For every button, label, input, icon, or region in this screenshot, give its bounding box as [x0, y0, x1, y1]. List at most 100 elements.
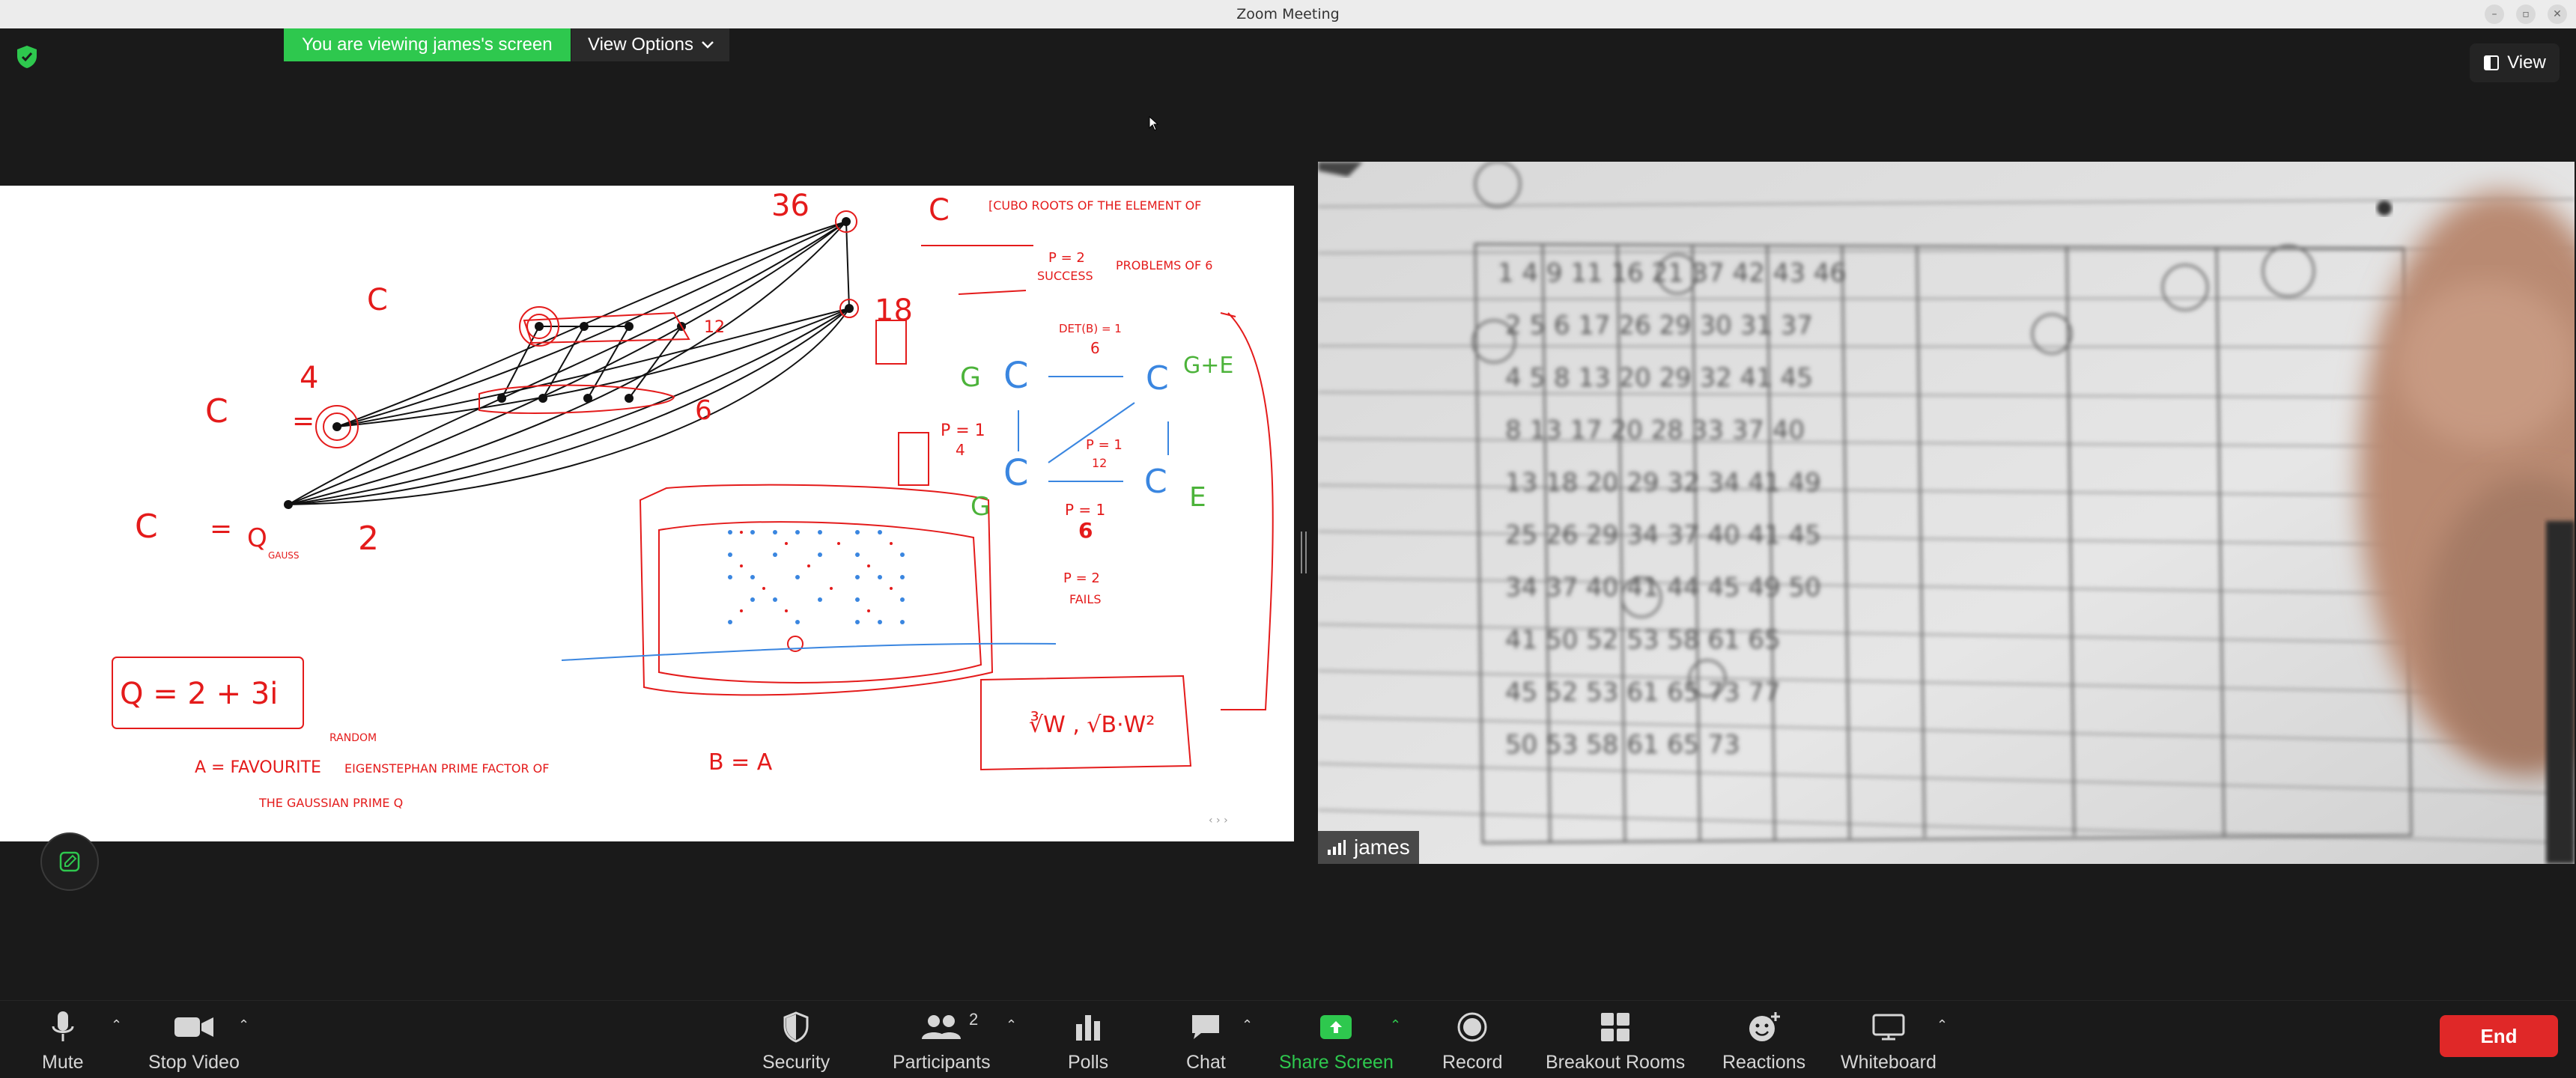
label-6: 6: [695, 395, 712, 426]
video-camera-icon: [174, 1017, 213, 1037]
c12-equals: =: [292, 406, 315, 436]
gauss-subscript: GAUSS: [268, 550, 300, 561]
record-button[interactable]: Record: [1442, 1008, 1503, 1074]
chat-bubble-icon: [1192, 1015, 1220, 1039]
layout-icon: [2484, 55, 2500, 70]
participant-name-tag: james: [1318, 831, 1419, 864]
whiteboard-caret-icon[interactable]: ⌃: [1936, 1017, 1948, 1033]
p1-4: P = 1: [941, 421, 985, 440]
a-definition-tail: EIGENSTEPHAN PRIME FACTOR OF: [344, 761, 549, 776]
microphone-icon: [52, 1011, 74, 1041]
record-icon: [1457, 1012, 1487, 1042]
problems-note: PROBLEMS OF 6: [1116, 258, 1212, 272]
reactions-label: Reactions: [1722, 1052, 1806, 1073]
p1-4-den: 4: [956, 441, 965, 459]
participant-name: james: [1354, 835, 1410, 859]
fails-word: FAILS: [1069, 592, 1101, 606]
c4-equals: =: [210, 514, 232, 544]
svg-text:41 50 52 53 58 61 65: 41 50 52 53 58 61 65: [1505, 625, 1781, 655]
emoji-plus-icon: [1749, 1012, 1780, 1041]
p1-12: P = 1: [1086, 437, 1123, 453]
stop-video-button[interactable]: Stop Video: [148, 1008, 240, 1074]
a-definition: A = FAVOURITE: [195, 758, 321, 777]
label-2: 2: [358, 520, 379, 558]
p1-6-den: 6: [1078, 518, 1093, 543]
p1-6: P = 1: [1065, 501, 1105, 519]
security-button[interactable]: Security: [762, 1008, 830, 1074]
minimize-button[interactable]: –: [2485, 4, 2504, 24]
close-button[interactable]: ✕: [2548, 4, 2567, 24]
window-controls: – ▫ ✕: [2485, 4, 2567, 24]
pencil-icon: [59, 851, 80, 872]
whiteboard-canvas: 36 18 4 6 2 12 C [CUBO ROOTS OF THE ELEM…: [112, 189, 1274, 826]
det-six: 6: [1090, 339, 1100, 357]
p2-success: P = 2: [1048, 250, 1085, 266]
record-label: Record: [1442, 1052, 1503, 1073]
label-12: 12: [704, 318, 725, 337]
b-equation: B = A: [708, 749, 773, 776]
video-options-caret-icon[interactable]: ⌃: [238, 1017, 249, 1033]
breakout-rooms-icon: [1601, 1013, 1630, 1041]
annotate-button[interactable]: [40, 832, 99, 891]
audio-options-caret-icon[interactable]: ⌃: [111, 1017, 122, 1033]
video-feed: 1 4 9 11 16 21 37 42 43 46 2 5 6 17 26 2…: [1318, 162, 2575, 864]
p2-fails: P = 2: [1063, 570, 1100, 586]
polls-icon: [1076, 1015, 1101, 1041]
stop-video-label: Stop Video: [148, 1052, 240, 1073]
svg-text:2 5 6 17 26 29 30 31 3: 2 5 6 17 26 29 30 31 37: [1505, 311, 1813, 341]
title-bar: Zoom Meeting – ▫ ✕: [0, 0, 2576, 28]
signal-strength-icon: [1328, 840, 1346, 855]
label-36: 36: [771, 189, 809, 223]
encryption-shield-icon[interactable]: [13, 43, 40, 70]
ge-label: G+E: [1183, 353, 1233, 379]
c12-left-label: C: [205, 392, 228, 430]
c6-node: C: [1144, 463, 1167, 501]
view-options-label: View Options: [588, 34, 693, 55]
c12-node: C: [1146, 359, 1169, 398]
view-label: View: [2507, 52, 2546, 73]
g-label: G: [960, 362, 981, 393]
chat-label: Chat: [1186, 1052, 1226, 1073]
svg-text:1 4 9 11 16 21 37 42 4: 1 4 9 11 16 21 37 42 43 46: [1498, 258, 1846, 288]
viewing-screen-banner: You are viewing james's screen: [284, 28, 571, 61]
participant-video[interactable]: 1 4 9 11 16 21 37 42 43 46 2 5 6 17 26 2…: [1318, 162, 2575, 864]
p1-12-den: 12: [1092, 456, 1107, 470]
mute-label: Mute: [42, 1052, 84, 1073]
panel-resize-handle[interactable]: [1300, 532, 1307, 573]
q-gauss: Q: [247, 523, 267, 553]
share-screen-button[interactable]: Share Screen: [1279, 1008, 1394, 1074]
participants-count: 2: [969, 1010, 979, 1029]
end-meeting-button[interactable]: End: [2440, 1015, 2558, 1057]
c12-note: [CUBO ROOTS OF THE ELEMENT OF: [988, 198, 1201, 213]
reactions-button[interactable]: Reactions: [1722, 1008, 1805, 1074]
view-layout-button[interactable]: View: [2470, 43, 2560, 82]
g-small-label: G: [970, 492, 990, 522]
c4-node: C: [1003, 355, 1029, 397]
c4-label: C: [135, 508, 158, 546]
view-options-button[interactable]: View Options: [571, 28, 729, 61]
root-expression: ∛W , √B·W²: [1029, 711, 1155, 738]
mute-button[interactable]: Mute: [42, 1008, 84, 1074]
polls-label: Polls: [1068, 1052, 1109, 1073]
whiteboard-button[interactable]: Whiteboard: [1841, 1008, 1936, 1074]
chat-caret-icon[interactable]: ⌃: [1242, 1017, 1253, 1033]
c12-top-label: C: [929, 193, 950, 228]
participants-label: Participants: [893, 1052, 991, 1073]
share-screen-label: Share Screen: [1279, 1052, 1394, 1073]
c36-label: C: [367, 283, 388, 317]
a-definition-line2: THE GAUSSIAN PRIME Q: [258, 796, 403, 810]
breakout-rooms-label: Breakout Rooms: [1546, 1052, 1686, 1073]
shared-screen[interactable]: 36 18 4 6 2 12 C [CUBO ROOTS OF THE ELEM…: [0, 186, 1294, 841]
polls-button[interactable]: Polls: [1068, 1008, 1108, 1074]
share-screen-icon: [1320, 1015, 1352, 1039]
chat-button[interactable]: Chat: [1186, 1008, 1226, 1074]
slide-nav[interactable]: ‹ › ›: [1209, 814, 1228, 826]
svg-text:45 52 53 61 65 73 77: 45 52 53 61 65 73 77: [1505, 677, 1781, 707]
c2-node: C: [1003, 452, 1029, 494]
participants-caret-icon[interactable]: ⌃: [1006, 1017, 1017, 1033]
breakout-rooms-button[interactable]: Breakout Rooms: [1546, 1008, 1685, 1074]
share-options-caret-icon[interactable]: ⌃: [1390, 1017, 1401, 1033]
maximize-button[interactable]: ▫: [2516, 4, 2536, 24]
svg-text:8 13 17 20 28 33 37 40: 8 13 17 20 28 33 37 40: [1505, 415, 1805, 445]
e-label: E: [1189, 482, 1206, 513]
